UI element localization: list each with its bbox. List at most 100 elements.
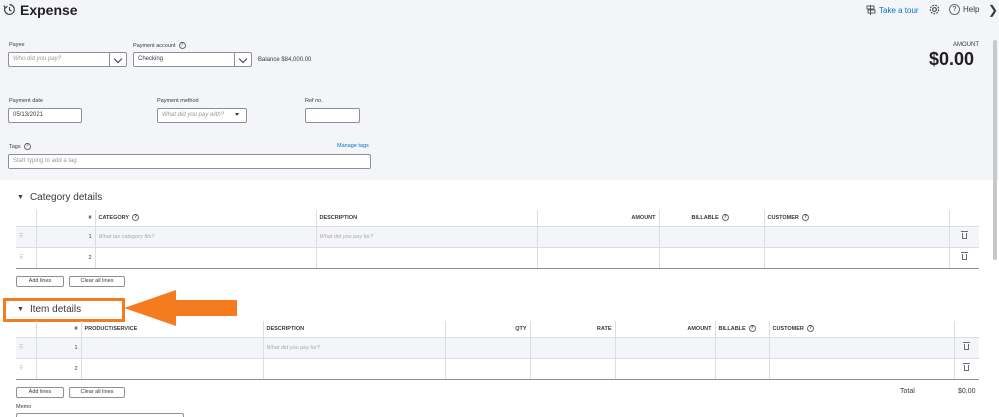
qty-cell[interactable] bbox=[445, 337, 531, 359]
item-clear-lines-button[interactable]: Clear all lines bbox=[69, 387, 125, 398]
table-row: ⠿ 1 What tax category fits? What did you… bbox=[16, 226, 979, 248]
billable-cell[interactable] bbox=[715, 337, 770, 359]
category-clear-lines-button[interactable]: Clear all lines bbox=[69, 276, 125, 287]
drag-handle-icon[interactable]: ⠿ bbox=[16, 337, 37, 359]
table-header-row: # CATEGORY? DESCRIPTION AMOUNT BILLABLE?… bbox=[16, 210, 979, 227]
trash-icon[interactable] bbox=[954, 358, 979, 380]
payee-dropdown-button[interactable] bbox=[109, 52, 127, 67]
category-cell[interactable] bbox=[95, 247, 317, 269]
help-label: Help bbox=[963, 5, 980, 14]
info-icon[interactable]: ? bbox=[748, 325, 756, 333]
col-header-amount: AMOUNT bbox=[537, 210, 660, 227]
page-title: Expense bbox=[20, 2, 78, 18]
trash-col-header bbox=[954, 321, 979, 338]
trash-icon[interactable] bbox=[949, 247, 979, 269]
col-header-number: # bbox=[36, 321, 82, 338]
customer-cell[interactable] bbox=[769, 337, 955, 359]
manage-tags-link[interactable]: Manage tags bbox=[337, 143, 369, 149]
row-number: 1 bbox=[36, 337, 82, 359]
gear-icon[interactable] bbox=[928, 3, 941, 16]
caret-down-icon[interactable] bbox=[235, 113, 239, 116]
col-header-description: DESCRIPTION bbox=[263, 321, 446, 338]
category-add-lines-button[interactable]: Add lines bbox=[16, 276, 64, 287]
help-button[interactable]: ? Help bbox=[949, 4, 979, 15]
row-number: 2 bbox=[36, 358, 82, 380]
col-header-category: CATEGORY? bbox=[95, 210, 317, 227]
category-table: # CATEGORY? DESCRIPTION AMOUNT BILLABLE?… bbox=[16, 210, 979, 269]
description-cell[interactable]: What did you pay for? bbox=[316, 226, 538, 248]
table-row: ⠿ 2 bbox=[16, 247, 979, 269]
description-cell[interactable] bbox=[316, 247, 538, 269]
description-cell[interactable]: What did you pay for? bbox=[263, 337, 446, 359]
payee-input[interactable]: Who did you pay? bbox=[8, 52, 116, 67]
amount-value: $0.00 bbox=[929, 49, 975, 69]
tags-label: Tags bbox=[9, 143, 21, 150]
payment-date-label: Payment date bbox=[9, 98, 43, 104]
item-table: # PRODUCT/SERVICE DESCRIPTION QTY RATE A… bbox=[16, 321, 979, 380]
info-icon[interactable]: ? bbox=[806, 325, 814, 333]
item-details-title: Item details bbox=[29, 304, 82, 315]
total-value: $0.00 bbox=[958, 388, 976, 395]
row-number: 2 bbox=[36, 247, 96, 269]
table-header-row: # PRODUCT/SERVICE DESCRIPTION QTY RATE A… bbox=[16, 321, 979, 338]
trash-icon[interactable] bbox=[949, 226, 979, 248]
product-service-cell[interactable] bbox=[81, 358, 264, 380]
item-add-lines-button[interactable]: Add lines bbox=[16, 387, 64, 398]
history-icon[interactable] bbox=[3, 3, 16, 16]
payment-method-select[interactable]: What did you pay with? bbox=[157, 108, 247, 123]
chevron-right-icon[interactable]: ❯ bbox=[988, 3, 998, 17]
payment-method-label: Payment method bbox=[157, 98, 199, 104]
memo-input[interactable] bbox=[16, 413, 184, 417]
qty-cell[interactable] bbox=[445, 358, 531, 380]
amount-cell[interactable] bbox=[537, 226, 660, 248]
amount-cell[interactable] bbox=[537, 247, 660, 269]
col-header-billable: BILLABLE? bbox=[715, 321, 770, 338]
amount-cell[interactable] bbox=[615, 337, 716, 359]
help-question-icon: ? bbox=[949, 4, 960, 15]
info-icon[interactable]: ? bbox=[23, 143, 31, 150]
customer-cell[interactable] bbox=[769, 358, 955, 380]
category-cell[interactable]: What tax category fits? bbox=[95, 226, 317, 248]
tags-input[interactable]: Start typing to add a tag bbox=[8, 154, 371, 169]
account-balance: Balance $84,000.00 bbox=[258, 57, 312, 63]
col-header-rate: RATE bbox=[530, 321, 616, 338]
scrollbar[interactable] bbox=[993, 40, 997, 260]
payment-account-label-wrap: Payment account? bbox=[133, 42, 186, 49]
table-row: ⠿ 1 What did you pay for? bbox=[16, 337, 979, 359]
product-service-cell[interactable] bbox=[81, 337, 264, 359]
customer-cell[interactable] bbox=[764, 247, 950, 269]
trash-icon[interactable] bbox=[954, 337, 979, 359]
payment-account-label: Payment account bbox=[133, 42, 176, 49]
info-icon[interactable]: ? bbox=[178, 42, 186, 49]
drag-col-header bbox=[16, 321, 37, 338]
payment-date-input[interactable]: 05/13/2021 bbox=[8, 108, 82, 123]
drag-handle-icon[interactable]: ⠿ bbox=[16, 226, 37, 248]
payment-account-dropdown-button[interactable] bbox=[234, 52, 252, 67]
col-header-product-service: PRODUCT/SERVICE bbox=[81, 321, 264, 338]
customer-cell[interactable] bbox=[764, 226, 950, 248]
col-header-billable: BILLABLE? bbox=[659, 210, 765, 227]
amount-cell[interactable] bbox=[615, 358, 716, 380]
billable-cell[interactable] bbox=[659, 226, 765, 248]
info-icon[interactable]: ? bbox=[132, 214, 140, 222]
drag-handle-icon[interactable]: ⠿ bbox=[16, 247, 37, 269]
ref-no-input[interactable] bbox=[305, 108, 360, 123]
description-cell[interactable] bbox=[263, 358, 446, 380]
col-header-qty: QTY bbox=[445, 321, 531, 338]
drag-col-header bbox=[16, 210, 37, 227]
top-bar: Expense Take a tour ? Help ❯ bbox=[0, 0, 999, 24]
item-details-header[interactable]: ▼ Item details bbox=[17, 304, 81, 315]
rate-cell[interactable] bbox=[530, 358, 616, 380]
category-details-header[interactable]: ▼ Category details bbox=[17, 192, 102, 203]
take-tour-link[interactable]: Take a tour bbox=[866, 5, 919, 15]
header-area bbox=[0, 0, 999, 180]
info-icon[interactable]: ? bbox=[721, 214, 729, 222]
col-header-number: # bbox=[36, 210, 96, 227]
category-details-title: Category details bbox=[29, 192, 103, 203]
rate-cell[interactable] bbox=[530, 337, 616, 359]
info-icon[interactable]: ? bbox=[801, 214, 809, 222]
billable-cell[interactable] bbox=[659, 247, 765, 269]
drag-handle-icon[interactable]: ⠿ bbox=[16, 358, 37, 380]
row-number: 1 bbox=[36, 226, 96, 248]
billable-cell[interactable] bbox=[715, 358, 770, 380]
